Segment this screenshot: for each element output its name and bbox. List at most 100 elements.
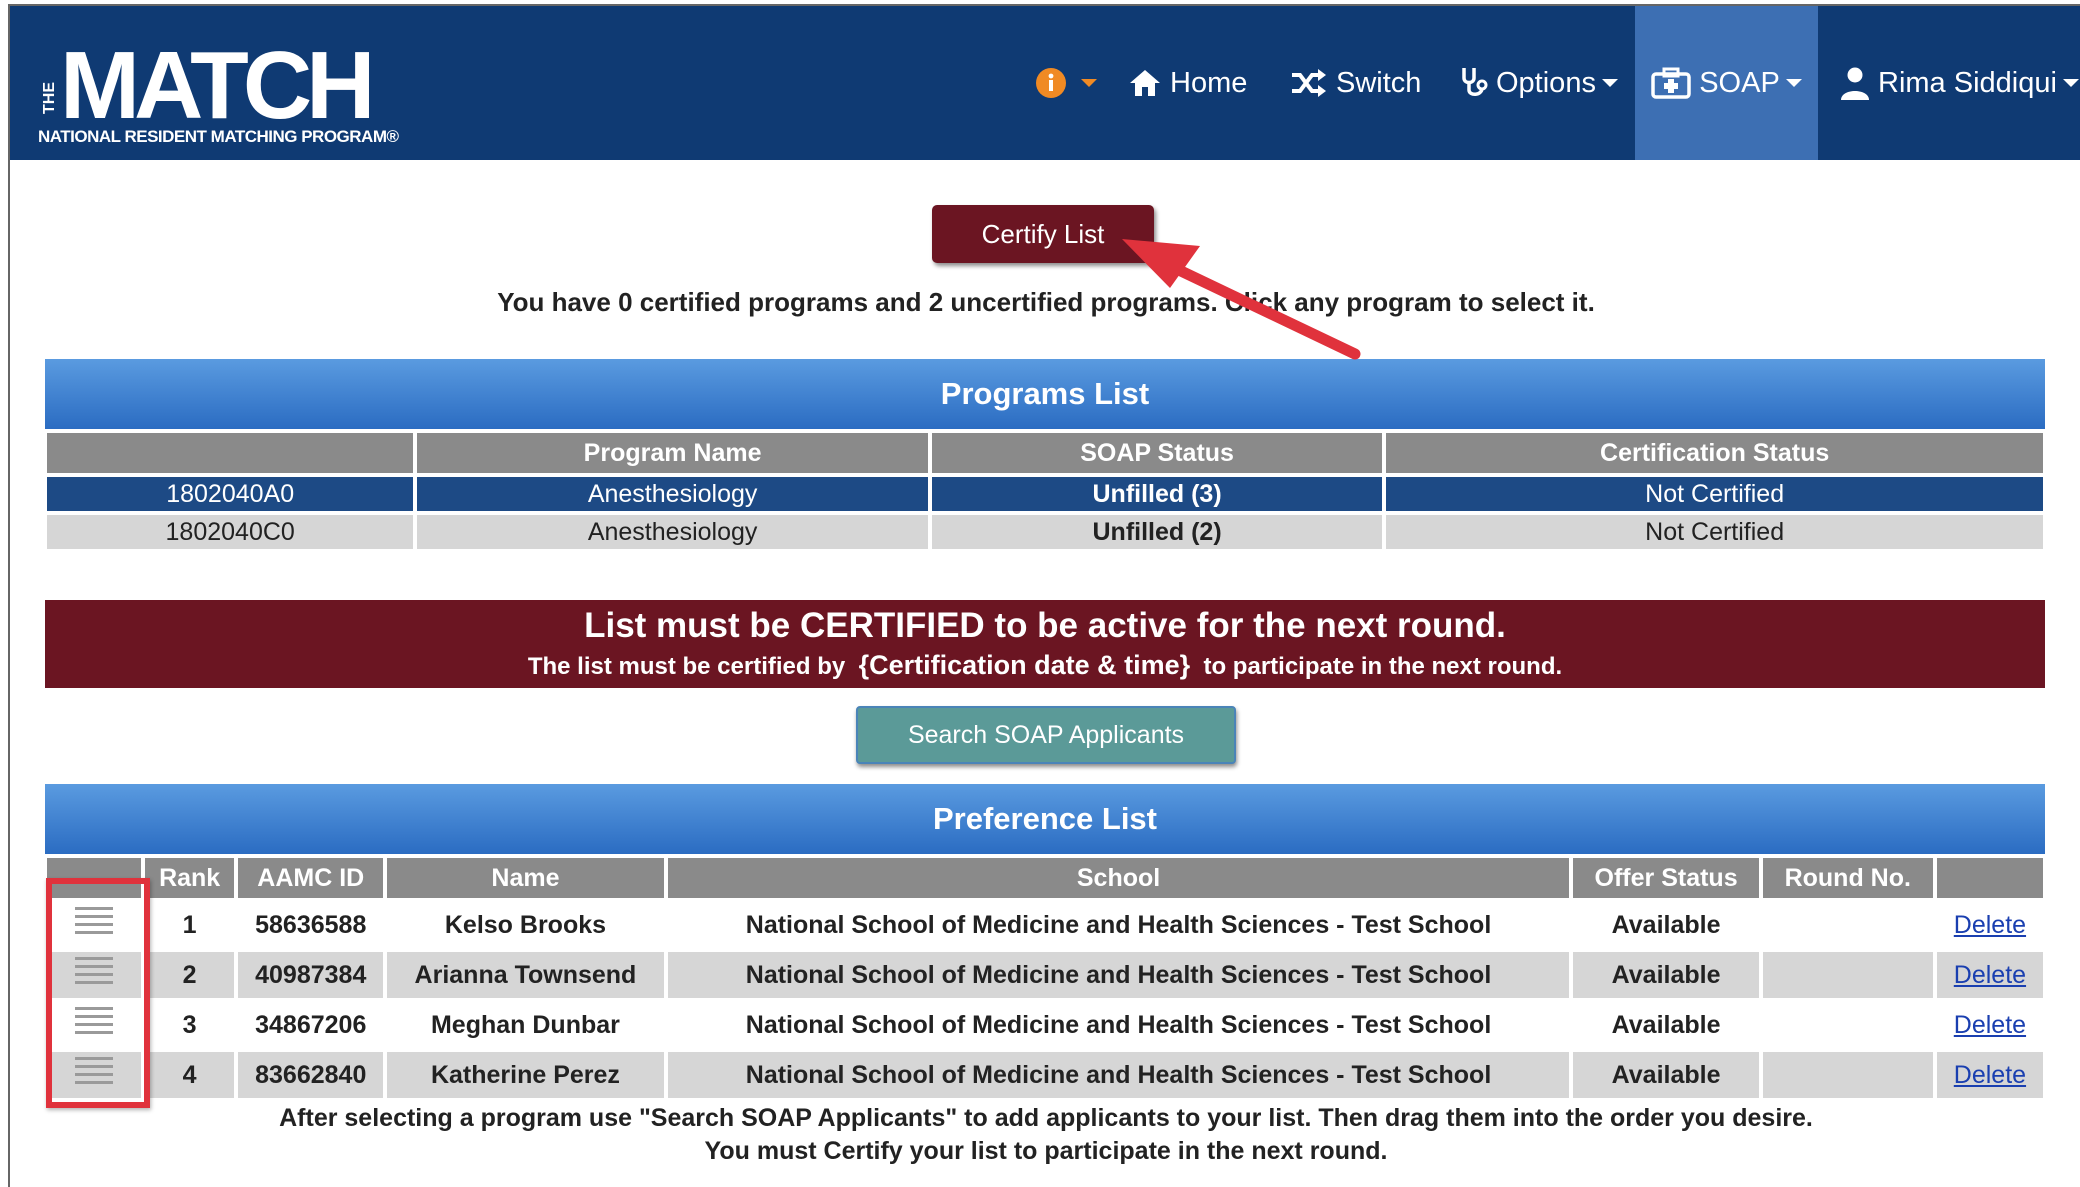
aamc-id-cell: 58636588 [238,902,384,948]
browser-frame: THE MATCH NATIONAL RESIDENT MATCHING PRO… [8,4,2080,1187]
name-cell: Arianna Townsend [387,952,664,998]
col-header-rank: Rank [145,858,235,898]
chevron-down-icon [2062,79,2079,87]
aamc-id-cell: 83662840 [238,1052,384,1098]
program-row[interactable]: 1802040C0 Anesthesiology Unfilled (2) No… [47,515,2043,549]
school-cell: National School of Medicine and Health S… [667,952,1570,998]
action-cell: Delete [1936,1052,2043,1098]
shuffle-icon [1292,69,1326,97]
offer-status-cell: Available [1573,1052,1759,1098]
program-id: 1802040A0 [47,477,414,511]
home-icon [1130,70,1160,96]
table-row[interactable]: 4 83662840 Katherine Perez National Scho… [47,1052,2043,1098]
instructions-note: After selecting a program use "Search SO… [10,1102,2080,1168]
name-cell: Kelso Brooks [387,902,664,948]
nav-switch[interactable]: Switch [1290,6,1421,160]
soap-status: Unfilled (3) [931,477,1383,511]
banner-post: to participate in the next round. [1203,653,1563,680]
delete-link[interactable]: Delete [1954,961,2026,989]
program-name: Anesthesiology [417,515,928,549]
programs-header-row: Program Name SOAP Status Certification S… [47,433,2043,473]
nav-home[interactable]: Home [1128,6,1247,160]
nav-soap-label: SOAP [1699,66,1780,99]
drag-handles-highlight [46,878,150,1108]
nrmp-logo: THE MATCH NATIONAL RESIDENT MATCHING PRO… [38,36,400,146]
delete-link[interactable]: Delete [1954,1061,2026,1089]
nav-options-label: Options [1496,66,1596,99]
table-row[interactable]: 2 40987384 Arianna Townsend National Sch… [47,952,2043,998]
search-soap-applicants-button[interactable]: Search SOAP Applicants [856,706,1236,764]
preference-list-title: Preference List [45,784,2045,854]
col-header-certification-status: Certification Status [1386,433,2043,473]
info-menu[interactable] [1035,6,1097,160]
delete-link[interactable]: Delete [1954,1011,2026,1039]
medical-bag-icon [1651,67,1691,99]
name-cell: Meghan Dunbar [387,1002,664,1048]
action-cell: Delete [1936,902,2043,948]
round-no-cell [1762,902,1933,948]
round-no-cell [1762,1002,1933,1048]
chevron-down-icon [1785,79,1802,87]
table-row[interactable]: 1 58636588 Kelso Brooks National School … [47,902,2043,948]
school-cell: National School of Medicine and Health S… [667,1002,1570,1048]
certification-summary: You have 0 certified programs and 2 unce… [497,287,1595,317]
program-row[interactable]: 1802040A0 Anesthesiology Unfilled (3) No… [47,477,2043,511]
soap-status: Unfilled (2) [931,515,1383,549]
certification-status: Not Certified [1386,515,2043,549]
stethoscope-icon [1462,68,1488,96]
aamc-id-cell: 34867206 [238,1002,384,1048]
action-cell: Delete [1936,1002,2043,1048]
rank-cell: 2 [145,952,235,998]
certify-list-button[interactable]: Certify List [932,205,1154,263]
col-header-school: School [667,858,1570,898]
logo-subtitle: NATIONAL RESIDENT MATCHING PROGRAM® [38,127,399,146]
col-header-action [1936,858,2043,898]
certification-status: Not Certified [1386,477,2043,511]
nav-user[interactable]: Rima Siddiqui [1840,6,2079,160]
info-icon [1036,68,1066,98]
nav-user-label: Rima Siddiqui [1878,66,2057,99]
nav-home-label: Home [1170,66,1248,99]
col-header-round-no: Round No. [1762,858,1933,898]
certification-warning-banner: List must be CERTIFIED to be active for … [45,600,2045,688]
nav-soap[interactable]: SOAP [1635,6,1818,160]
round-no-cell [1762,1052,1933,1098]
col-header-name: Name [387,858,664,898]
round-no-cell [1762,952,1933,998]
delete-link[interactable]: Delete [1954,911,2026,939]
programs-list-title: Programs List [45,359,2045,429]
aamc-id-cell: 40987384 [238,952,384,998]
chevron-down-icon [1601,79,1618,87]
col-header-aamc-id: AAMC ID [238,858,384,898]
top-navbar: THE MATCH NATIONAL RESIDENT MATCHING PRO… [10,6,2080,160]
rank-cell: 4 [145,1052,235,1098]
col-header-soap-status: SOAP Status [931,433,1383,473]
offer-status-cell: Available [1573,902,1759,948]
school-cell: National School of Medicine and Health S… [667,902,1570,948]
banner-pre: The list must be certified by [527,653,846,680]
rank-cell: 3 [145,1002,235,1048]
user-doctor-icon [1841,67,1869,100]
col-header-id [47,433,414,473]
preference-table: Rank AAMC ID Name School Offer Status Ro… [43,854,2047,1102]
logo-match-text: MATCH [60,36,369,139]
banner-subtext: The list must be certified by {Certifica… [45,650,2045,681]
svg-text:THE: THE [41,82,58,114]
banner-date: {Certification date & time} [858,650,1191,680]
banner-headline: List must be CERTIFIED to be active for … [584,606,1506,645]
program-name: Anesthesiology [417,477,928,511]
offer-status-cell: Available [1573,1002,1759,1048]
instructions-line-1: After selecting a program use "Search SO… [279,1104,1813,1132]
chevron-down-icon [1081,79,1097,87]
col-header-program-name: Program Name [417,433,928,473]
col-header-offer-status: Offer Status [1573,858,1759,898]
school-cell: National School of Medicine and Health S… [667,1052,1570,1098]
program-id: 1802040C0 [47,515,414,549]
nav-switch-label: Switch [1336,66,1422,99]
table-row[interactable]: 3 34867206 Meghan Dunbar National School… [47,1002,2043,1048]
offer-status-cell: Available [1573,952,1759,998]
nav-options[interactable]: Options [1460,6,1618,160]
rank-cell: 1 [145,902,235,948]
instructions-line-2: You must Certify your list to participat… [704,1137,1388,1165]
name-cell: Katherine Perez [387,1052,664,1098]
